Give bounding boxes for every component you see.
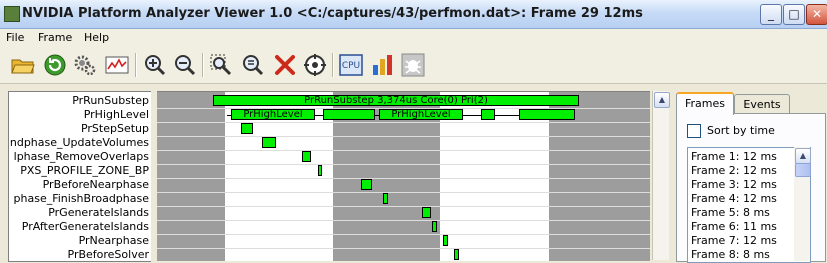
row-divider — [157, 150, 650, 151]
frame-list-scrollbar[interactable]: ▲ — [794, 147, 811, 261]
after-generate-islands-bar[interactable] — [432, 221, 437, 232]
toolbar: CPU — [0, 47, 827, 84]
row-label: PrRunSubstep — [72, 94, 149, 107]
row-label: ndphase_UpdateVolumes — [9, 136, 149, 149]
before-nearphase-bar[interactable] — [361, 179, 372, 190]
menu-frame[interactable]: Frame — [38, 31, 72, 44]
row-label: PrGenerateIslands — [48, 206, 149, 219]
delete-icon[interactable] — [272, 52, 298, 78]
finish-broadphase-bar[interactable] — [383, 193, 388, 204]
row-divider — [157, 248, 650, 249]
target-icon[interactable] — [302, 52, 328, 78]
zoom-out-icon[interactable] — [172, 52, 198, 78]
high-level-bar[interactable] — [481, 109, 495, 120]
right-panel: Frames Events Sort by time Frame 1: 12 m… — [674, 91, 827, 263]
row-divider — [157, 136, 650, 137]
zoom-selection-icon[interactable] — [240, 52, 266, 78]
frame-list-item[interactable]: Frame 1: 12 ms — [691, 150, 777, 164]
tab-events[interactable]: Events — [734, 94, 790, 113]
window-title: NVIDIA Platform Analyzer Viewer 1.0 <C:/… — [22, 6, 643, 21]
profile-zone-bp-bar[interactable] — [318, 165, 322, 176]
app-icon — [4, 6, 20, 22]
toolbar-separator — [332, 53, 334, 77]
frame-list-scroll-thumb[interactable] — [795, 163, 811, 177]
scroll-up-button[interactable]: ▲ — [654, 92, 670, 108]
row-divider — [157, 206, 650, 207]
bar-chart-icon[interactable] — [370, 52, 396, 78]
frame-list-item[interactable]: Frame 4: 12 ms — [691, 192, 777, 206]
menu-bar: File Frame Help — [0, 29, 827, 48]
frame-list-item[interactable]: Frame 5: 8 ms — [691, 206, 770, 220]
update-volumes-bar[interactable] — [262, 137, 276, 148]
generate-islands-bar[interactable] — [422, 207, 431, 218]
before-solver-bar[interactable] — [454, 249, 459, 260]
zoom-fit-icon[interactable] — [208, 52, 234, 78]
row-divider — [157, 234, 650, 235]
high-level-bar[interactable]: PrHighLevel — [379, 109, 463, 120]
row-label: PrStepSetup — [80, 122, 149, 135]
sort-by-time-checkbox[interactable] — [687, 124, 701, 138]
cpu-icon[interactable]: CPU — [338, 52, 364, 78]
row-label: PrNearphase — [78, 234, 149, 247]
refresh-icon[interactable] — [42, 52, 68, 78]
toolbar-separator — [135, 53, 137, 77]
row-divider — [157, 220, 650, 221]
row-divider — [157, 164, 650, 165]
timeline-view[interactable]: PrRunSubstep 3,374us Core(0) Pri(2) PrHi… — [157, 91, 650, 261]
nearphase-bar[interactable] — [443, 235, 448, 246]
row-label: lphase_RemoveOverlaps — [13, 150, 149, 163]
title-bar: NVIDIA Platform Analyzer Viewer 1.0 <C:/… — [0, 0, 827, 29]
row-label: PrAfterGenerateIslands — [21, 220, 149, 233]
close-button[interactable]: ✕ — [806, 4, 827, 25]
menu-file[interactable]: File — [6, 31, 24, 44]
frames-tab-page: Sort by time Frame 1: 12 ms Frame 2: 12 … — [676, 113, 826, 263]
time-band — [157, 92, 225, 261]
zoom-in-icon[interactable] — [142, 52, 168, 78]
remove-overlaps-bar[interactable] — [302, 151, 311, 162]
frame-list[interactable]: Frame 1: 12 ms Frame 2: 12 ms Frame 3: 1… — [687, 147, 811, 263]
row-divider — [157, 192, 650, 193]
frame-list-item[interactable]: Frame 7: 12 ms — [691, 234, 777, 248]
open-folder-icon[interactable] — [10, 52, 36, 78]
row-label: PrHighLevel — [83, 108, 149, 121]
toolbar-separator — [202, 53, 204, 77]
settings-gears-icon[interactable] — [72, 52, 98, 78]
row-divider — [157, 122, 650, 123]
frame-list-item[interactable]: Frame 3: 12 ms — [691, 178, 777, 192]
debug-bug-icon[interactable] — [400, 52, 426, 78]
cpu-icon-label: CPU — [342, 61, 360, 71]
row-divider — [157, 178, 650, 179]
frame-list-item[interactable]: Frame 2: 12 ms — [691, 164, 777, 178]
step-setup-bar[interactable] — [241, 123, 253, 134]
high-level-bar[interactable] — [323, 109, 375, 120]
high-level-bar[interactable]: PrHighLevel — [231, 109, 315, 120]
minimize-button[interactable]: _ — [760, 4, 782, 25]
timeline-scrollbar[interactable]: ▲ — [652, 91, 670, 260]
high-level-bar[interactable] — [519, 109, 575, 120]
row-labels: PrRunSubstep PrHighLevel PrStepSetup ndp… — [8, 91, 151, 262]
row-label: phase_FinishBroadphase — [13, 192, 149, 205]
graph-view-icon[interactable] — [104, 52, 130, 78]
frame-list-item[interactable]: Frame 6: 11 ms — [691, 220, 777, 234]
run-substep-bar[interactable]: PrRunSubstep 3,374us Core(0) Pri(2) — [213, 95, 579, 106]
tab-frames[interactable]: Frames — [676, 92, 734, 115]
row-label: PXS_PROFILE_ZONE_BP — [20, 164, 149, 177]
menu-help[interactable]: Help — [84, 31, 109, 44]
sort-by-time-label: Sort by time — [707, 124, 775, 137]
row-label: PrBeforeNearphase — [42, 178, 149, 191]
frame-list-scroll-up-button[interactable]: ▲ — [795, 148, 811, 164]
maximize-button[interactable]: □ — [783, 4, 805, 25]
